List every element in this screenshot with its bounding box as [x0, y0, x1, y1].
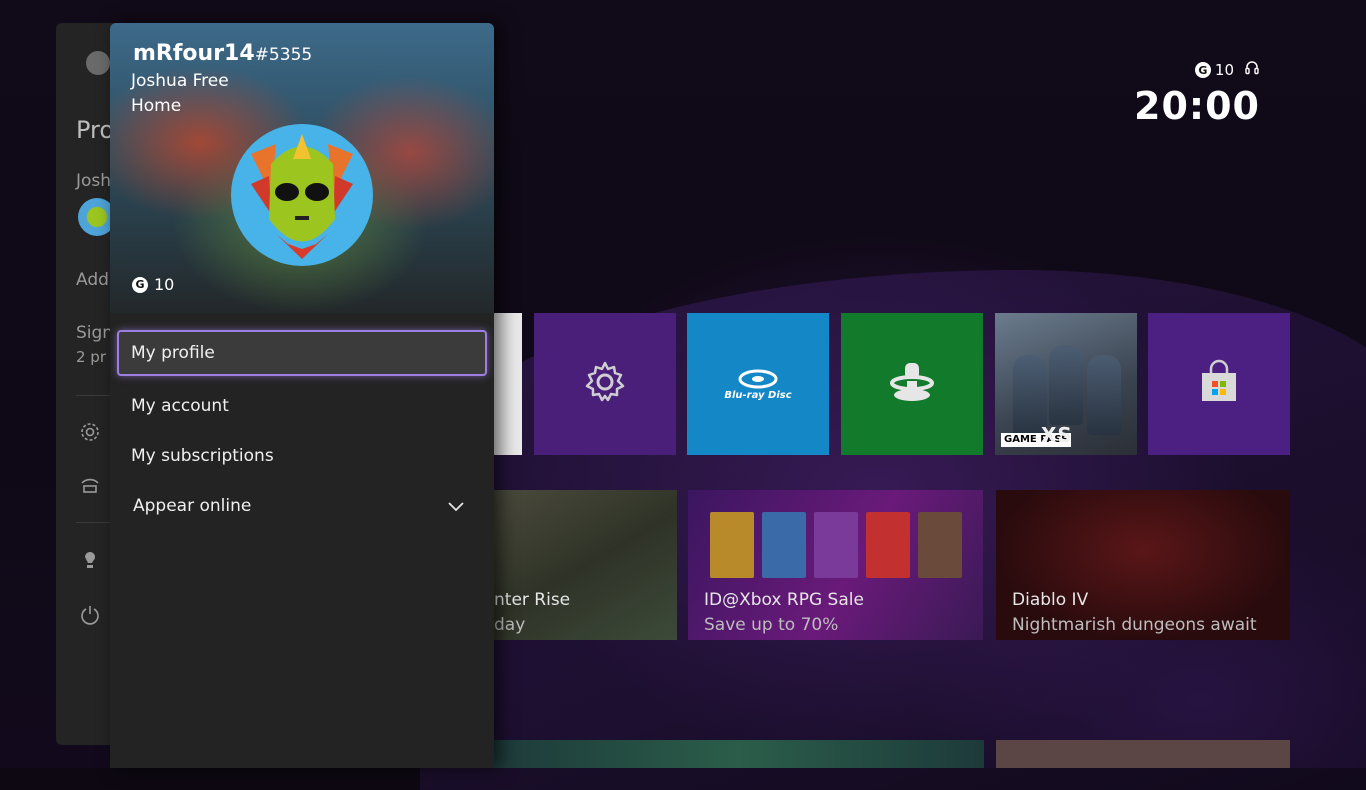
gamerscore-value: 10 [1214, 61, 1234, 79]
profile-gamerscore: G 10 [132, 275, 174, 294]
gear-icon[interactable] [78, 420, 102, 444]
box-art [918, 512, 962, 578]
bluray-logo: Blu-ray Disc [724, 368, 792, 401]
tile-store[interactable] [1148, 313, 1290, 455]
gamertag-suffix: #5355 [254, 45, 313, 65]
gamertag-name: mRfour14 [133, 41, 255, 66]
card-title: nter Rise [494, 590, 571, 610]
menu-my-account[interactable]: My account [117, 383, 487, 429]
gamertag: mRfour14#5355 [133, 41, 312, 66]
box-art [710, 512, 754, 578]
profile-gamerscore-value: 10 [154, 275, 175, 294]
card-subtitle: Save up to 70% [704, 615, 839, 635]
menu-label: My profile [131, 343, 215, 363]
card-diablo-iv[interactable]: Diablo IV Nightmarish dungeons await [996, 490, 1290, 640]
menu-label: My account [131, 396, 229, 416]
card-partial-bottom[interactable] [494, 740, 984, 768]
card-monster-hunter[interactable]: nter Rise day [494, 490, 677, 640]
real-name: Joshua Free [131, 71, 229, 91]
xbox-logo-icon[interactable] [86, 51, 110, 75]
menu-label: Appear online [133, 496, 252, 516]
tile-accessories[interactable] [841, 313, 983, 455]
bluray-label: Blu-ray Disc [724, 389, 792, 401]
guide-heading: Pro [76, 116, 115, 144]
profile-panel: mRfour14#5355 Joshua Free Home G 10 My p [110, 23, 494, 768]
remote-play-icon[interactable] [78, 473, 102, 497]
guide-sign-item[interactable]: Sign [76, 323, 113, 343]
menu-my-subscriptions[interactable]: My subscriptions [117, 433, 487, 479]
box-art [814, 512, 858, 578]
halo-figure [1049, 345, 1083, 425]
menu-label: My subscriptions [131, 446, 274, 466]
card-title: Diablo IV [1012, 590, 1089, 610]
card-title: ID@Xbox RPG Sale [704, 590, 864, 610]
guide-sign-sub: 2 pr [76, 348, 106, 366]
box-art [762, 512, 806, 578]
headset-icon [1244, 60, 1260, 80]
menu-appear-online[interactable]: Appear online [117, 483, 487, 529]
accessories-icon [889, 359, 935, 409]
store-bag-icon [1196, 359, 1242, 409]
profile-header: mRfour14#5355 Joshua Free Home G 10 [110, 23, 494, 313]
card-subtitle: day [494, 615, 526, 635]
guide-add-item[interactable]: Add [76, 270, 109, 290]
tile-halo-game-pass[interactable]: GAME PASS XS [995, 313, 1137, 455]
chevron-down-icon [447, 497, 465, 517]
gamerscore-indicator: G 10 [1194, 61, 1234, 79]
tile-bluray[interactable]: Blu-ray Disc [687, 313, 829, 455]
clock: 20:00 [1134, 84, 1260, 128]
menu-my-profile[interactable]: My profile [117, 330, 487, 376]
box-art [866, 512, 910, 578]
power-icon[interactable] [78, 603, 102, 627]
card-subtitle: Nightmarish dungeons await [1012, 615, 1257, 635]
gamerscore-icon: G [132, 276, 148, 293]
status-area: G 10 20:00 [1134, 60, 1260, 128]
avatar [231, 124, 373, 266]
guide-user-name: Josh [76, 171, 112, 191]
card-idxbox-sale[interactable]: ID@Xbox RPG Sale Save up to 70% [688, 490, 983, 640]
gamerscore-icon: G [1194, 62, 1211, 78]
card-partial-bottom[interactable] [996, 740, 1290, 768]
halo-title: XS [1041, 423, 1073, 447]
home-label: Home [131, 96, 182, 116]
tile-settings[interactable] [534, 313, 676, 455]
halo-figure [1087, 355, 1121, 435]
help-tips-icon[interactable] [78, 548, 102, 572]
tile-partial[interactable] [494, 313, 522, 455]
gear-icon [581, 358, 629, 410]
